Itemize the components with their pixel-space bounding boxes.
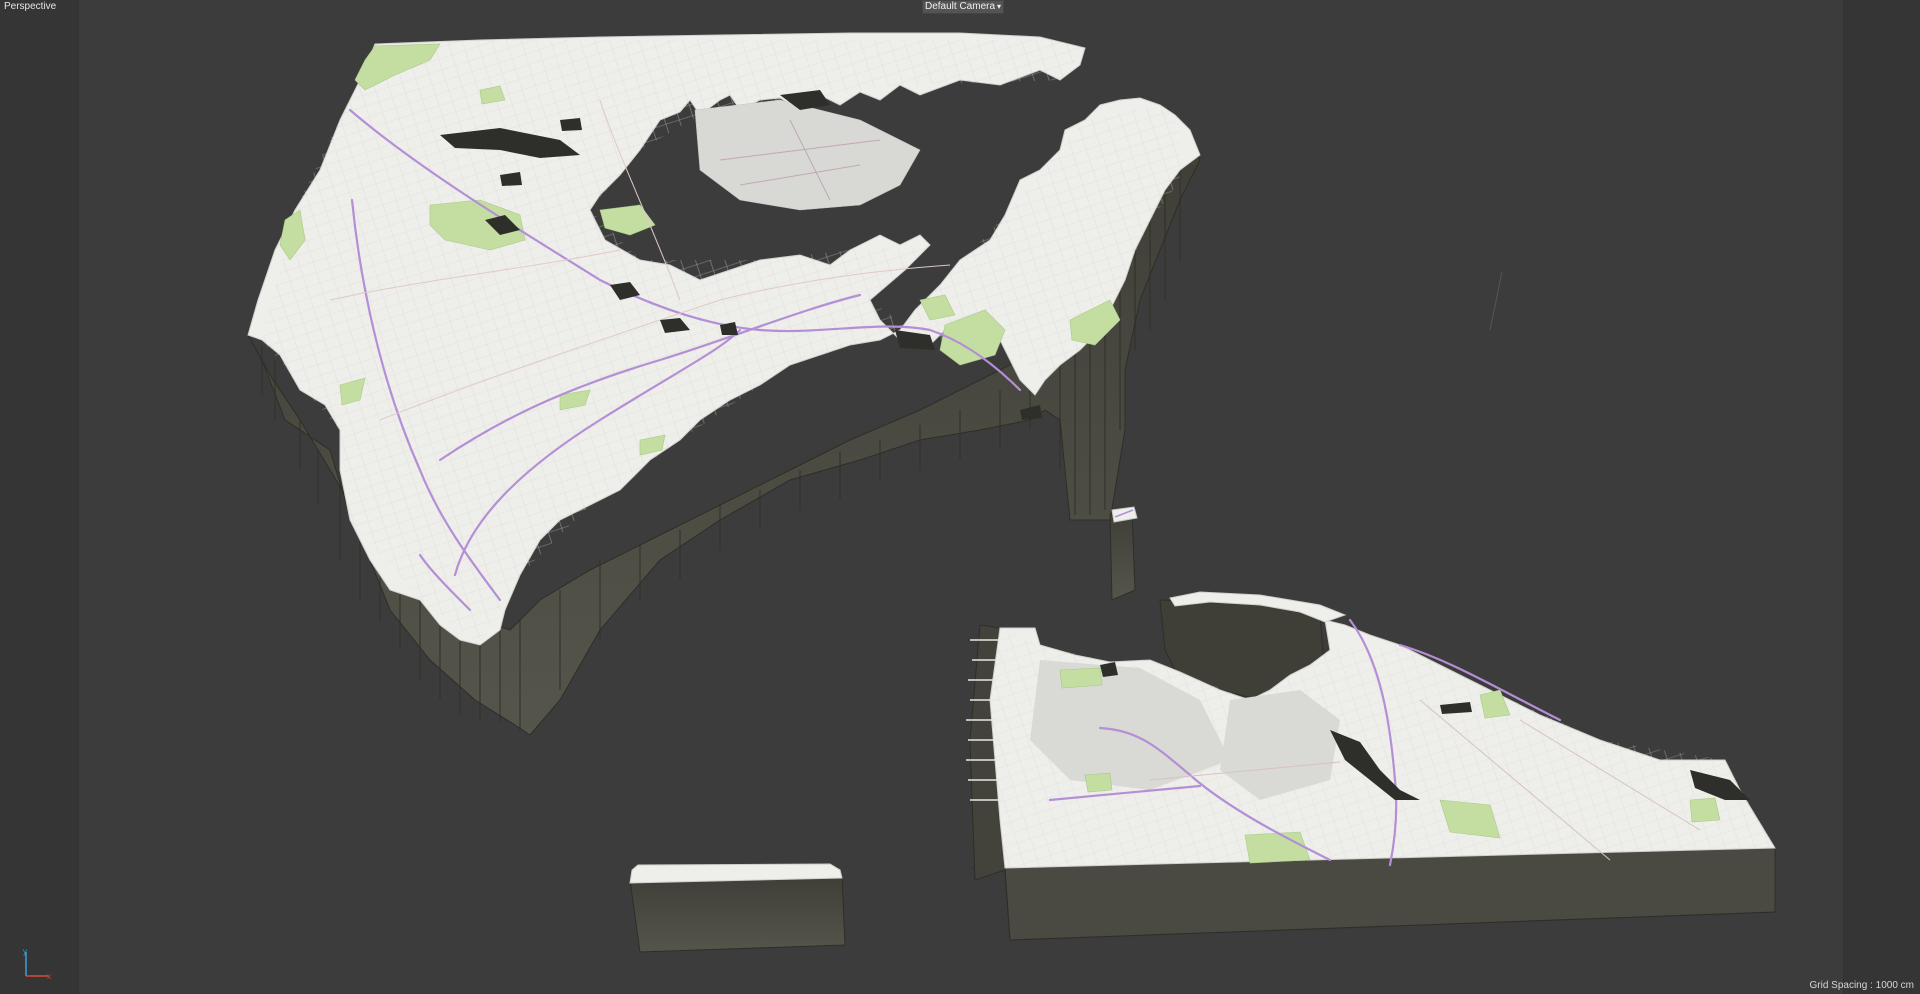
landmass-south[interactable] xyxy=(966,591,1780,941)
stray-edge-line xyxy=(1489,271,1503,331)
3d-viewport[interactable]: Perspective Default Camera ▾ Grid Spacing… xyxy=(0,0,1920,994)
map-scene[interactable] xyxy=(0,0,1920,994)
landmass-north[interactable] xyxy=(247,32,1201,736)
small-block xyxy=(629,863,846,953)
axis-y-label: y xyxy=(23,948,27,956)
camera-selector[interactable]: Default Camera ▾ xyxy=(922,0,1005,14)
axis-x-label: x xyxy=(47,972,51,981)
camera-label: Default Camera xyxy=(925,1,996,12)
chevron-down-icon: ▾ xyxy=(997,2,1002,11)
viewport-view-label[interactable]: Perspective xyxy=(4,1,56,13)
grid-spacing-label: Grid Spacing : 1000 cm xyxy=(1809,980,1915,991)
strait-pillar xyxy=(1109,506,1138,601)
axis-gizmo-icon: y x xyxy=(23,948,51,981)
landmass-north-airport xyxy=(694,99,921,211)
